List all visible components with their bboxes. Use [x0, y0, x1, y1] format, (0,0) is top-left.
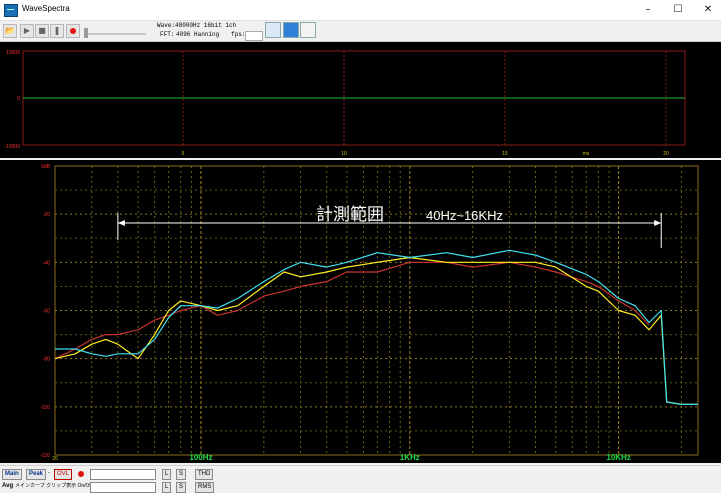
settings-icon[interactable]: [265, 22, 281, 38]
y-tick-label: -40: [43, 260, 50, 266]
waveform-panel: 10000 0 -10000 5 10 15 ms 20: [0, 42, 721, 158]
thd-button[interactable]: THD: [195, 469, 214, 480]
waveform-plot: 10000 0 -10000 5 10 15 ms 20: [4, 50, 686, 157]
y-tick-label: -20: [43, 212, 50, 218]
fps-label: fps:: [231, 31, 246, 38]
x-tick-label: 100Hz: [189, 453, 212, 462]
y-tick-label: -100: [40, 405, 50, 411]
avg-l-button[interactable]: L: [162, 482, 172, 493]
y-tick-label: -120: [40, 453, 50, 459]
stop-icon[interactable]: ■: [35, 24, 49, 38]
fft-setting-value: 4096 Hanning: [176, 31, 220, 38]
position-slider-track[interactable]: [86, 33, 146, 35]
status-bar: Main Peak - OVL L S THD Avg メインカーブ クリップ表…: [0, 465, 721, 493]
x-tick-label: 20: [52, 456, 58, 462]
spectrum-series-line: [54, 261, 650, 360]
separator-dash: -: [48, 470, 50, 476]
x-tick-label: 10KHz: [606, 453, 630, 462]
title-bar: WaveSpectra – ☐ ✕: [0, 0, 721, 21]
fft-label: FFT:: [160, 31, 175, 38]
annotation-title: 計測範囲: [316, 205, 384, 224]
avg-value-field[interactable]: [90, 482, 156, 493]
wave-x-tick: 15: [502, 151, 508, 157]
wave-format-value: 48000Hz 16bit 1ch: [175, 22, 237, 29]
wave-x-unit: ms: [583, 151, 590, 157]
spectrum-view-icon[interactable]: [283, 22, 299, 38]
record-button[interactable]: [66, 24, 80, 38]
y-tick-label: 0dB: [41, 164, 51, 170]
toolbar: 📂 ▶ ■ ❚: [0, 21, 721, 42]
spectrum-panel: 0dB -20 -40 -60 -80 -100 -120 100Hz 1KHz 10KHz…: [0, 160, 721, 463]
y-tick-label: -80: [43, 357, 50, 363]
wave-x-tick: 10: [341, 151, 347, 157]
main-button[interactable]: Main: [2, 469, 22, 480]
position-slider-thumb[interactable]: [84, 28, 88, 38]
close-button[interactable]: ✕: [696, 0, 720, 20]
wave-y-tick: -10000: [4, 144, 20, 150]
window-title: WaveSpectra: [22, 4, 70, 13]
ovl-indicator: OVL: [54, 469, 73, 480]
spectrum-plot: 0dB -20 -40 -60 -80 -100 -120 100Hz 1KHz 10KHz…: [40, 164, 699, 462]
y-tick-label: -60: [43, 309, 50, 315]
main-l-button[interactable]: L: [162, 469, 172, 480]
fps-field: [245, 31, 263, 41]
spectrum-series-line: [55, 249, 698, 405]
app-icon: [4, 4, 18, 17]
x-tick-label: 1KHz: [400, 453, 420, 462]
wave-x-tick: 20: [663, 151, 669, 157]
range-arrow-left-head: [117, 220, 125, 226]
minimize-button[interactable]: –: [636, 0, 660, 20]
peak-button[interactable]: Peak: [26, 469, 47, 480]
pause-icon[interactable]: ❚: [50, 24, 64, 38]
open-file-icon[interactable]: 📂: [3, 24, 17, 38]
play-icon[interactable]: ▶: [20, 24, 34, 38]
zoom-icon[interactable]: [300, 22, 316, 38]
wave-x-tick: 5: [182, 151, 185, 157]
annotation-range: 40Hz~16KHz: [426, 208, 503, 223]
main-s-button[interactable]: S: [176, 469, 187, 480]
avg-label: Avg: [2, 483, 14, 489]
record-icon: [70, 28, 76, 34]
avg-description: メインカーブ クリップ表示 On/Off: [15, 483, 93, 489]
maximize-button[interactable]: ☐: [666, 0, 690, 20]
range-arrow-right-head: [654, 220, 662, 226]
wave-y-tick: 10000: [6, 50, 20, 56]
wave-label: Wave:: [157, 22, 176, 29]
wave-y-tick: 0: [17, 96, 20, 102]
avg-s-button[interactable]: S: [176, 482, 187, 493]
rms-button[interactable]: RMS: [195, 482, 215, 493]
main-value-field[interactable]: [90, 469, 156, 480]
record-indicator-icon: [78, 471, 84, 477]
